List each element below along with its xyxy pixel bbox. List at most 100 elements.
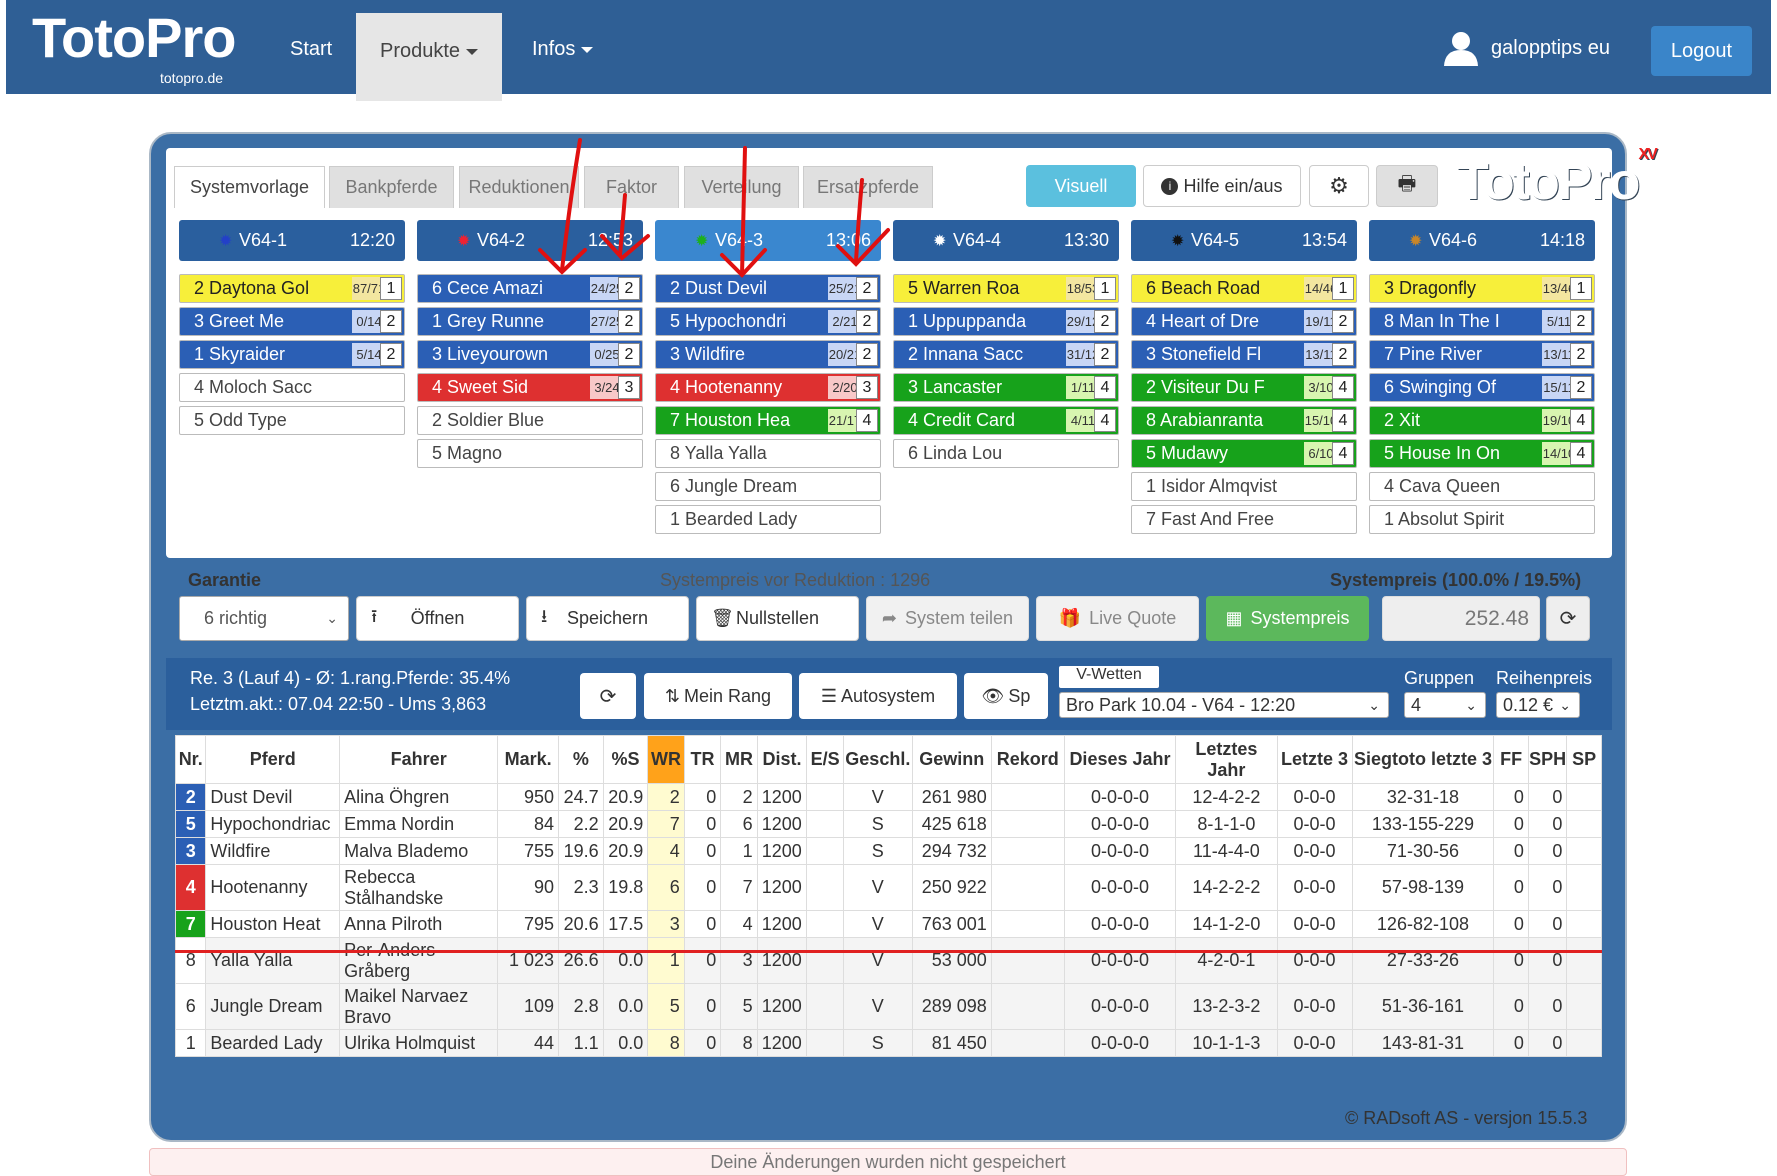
- autosystem-button[interactable]: ☰ Autosystem: [799, 673, 957, 719]
- horse-cell[interactable]: 3 Dragonfly 13/46 1: [1369, 274, 1595, 303]
- race-header-1[interactable]: ✹ V64-1 12:20: [179, 220, 405, 261]
- column-header[interactable]: %: [558, 735, 604, 784]
- settings-button[interactable]: ⚙: [1309, 165, 1369, 207]
- horse-cell[interactable]: 2 Innana Sacc 31/12 2: [893, 340, 1119, 369]
- table-row[interactable]: 4 Hootenanny Rebecca Stålhandske 90 2.3 19.8 6…: [174, 864, 1602, 911]
- vwetten-select[interactable]: Bro Park 10.04 - V64 - 12:20 ⌄: [1059, 692, 1389, 718]
- horse-cell[interactable]: 8 Yalla Yalla: [655, 439, 881, 468]
- table-row[interactable]: 6 Jungle Dream Maikel Narvaez Bravo 109 2.8 0…: [174, 983, 1602, 1030]
- oeffnen-button[interactable]: ⭱ Öffnen: [356, 596, 519, 641]
- tab-verteilung[interactable]: Verteilung: [684, 166, 799, 208]
- horse-cell[interactable]: 1 Skyraider 5/14 2: [179, 340, 405, 369]
- horse-cell[interactable]: 4 Credit Card 4/11 4: [893, 406, 1119, 435]
- column-header[interactable]: Dieses Jahr: [1063, 735, 1177, 784]
- horse-cell[interactable]: 1 Isidor Almqvist: [1131, 472, 1357, 501]
- column-header[interactable]: Gewinn: [911, 735, 992, 784]
- horse-cell[interactable]: 5 Hypochondri 2/21 2: [655, 307, 881, 336]
- column-header[interactable]: SPH: [1527, 735, 1568, 784]
- race-header-6[interactable]: ✹ V64-6 14:18: [1369, 220, 1595, 261]
- column-header[interactable]: FF: [1493, 735, 1529, 784]
- horse-cell[interactable]: 3 Greet Me 0/14 2: [179, 307, 405, 336]
- table-row[interactable]: 1 Bearded Lady Ulrika Holmquist 44 1.1 0.0 8 0 8…: [174, 1029, 1602, 1057]
- race-header-3[interactable]: ✹ V64-3 13:06: [655, 220, 881, 261]
- column-header[interactable]: %S: [602, 735, 649, 784]
- garantie-select[interactable]: 6 richtig ⌄: [179, 596, 349, 641]
- horse-cell[interactable]: 5 Odd Type: [179, 406, 405, 435]
- horse-cell[interactable]: 6 Linda Lou: [893, 439, 1119, 468]
- reihenpreis-select[interactable]: 0.12 € ⌄: [1496, 692, 1580, 718]
- horse-cell[interactable]: 1 Uppuppanda 29/12 2: [893, 307, 1119, 336]
- horse-cell[interactable]: 1 Absolut Spirit: [1369, 505, 1595, 534]
- tab-bankpferde[interactable]: Bankpferde: [329, 166, 454, 208]
- speichern-button[interactable]: ⭳ Speichern: [526, 596, 689, 641]
- column-header[interactable]: E/S: [806, 735, 844, 784]
- horse-cell[interactable]: 6 Swinging Of 15/11 2: [1369, 373, 1595, 402]
- horse-cell[interactable]: 4 Hootenanny 2/20 3: [655, 373, 881, 402]
- nav-infos[interactable]: Infos: [532, 38, 594, 61]
- refresh-button[interactable]: ⟳: [580, 673, 636, 719]
- table-row[interactable]: 5 Hypochondriac Emma Nordin 84 2.2 20.9 7 0 6 120…: [174, 810, 1602, 838]
- column-header[interactable]: Geschl.: [842, 735, 913, 784]
- refresh-price-button[interactable]: ⟳: [1546, 596, 1590, 641]
- nav-start[interactable]: Start: [290, 38, 332, 61]
- horse-cell[interactable]: 1 Grey Runne 27/25 2: [417, 307, 643, 336]
- horse-cell[interactable]: 7 Fast And Free: [1131, 505, 1357, 534]
- column-header[interactable]: MR: [720, 735, 758, 784]
- horse-cell[interactable]: 6 Jungle Dream: [655, 472, 881, 501]
- column-header[interactable]: SP: [1566, 735, 1602, 784]
- print-button[interactable]: 🖶: [1376, 165, 1438, 207]
- horse-cell[interactable]: 2 Xit 19/10 4: [1369, 406, 1595, 435]
- system-teilen-button[interactable]: ➦ System teilen: [866, 596, 1029, 641]
- column-header[interactable]: Pferd: [205, 735, 341, 784]
- tab-faktor[interactable]: Faktor: [584, 166, 679, 208]
- horse-cell[interactable]: 4 Sweet Sid 3/24 3: [417, 373, 643, 402]
- table-row[interactable]: 7 Houston Heat Anna Pilroth 795 20.6 17.5 3 0 4 1…: [174, 910, 1602, 938]
- horse-cell[interactable]: 3 Liveyourown 0/25 2: [417, 340, 643, 369]
- column-header[interactable]: Mark.: [497, 735, 560, 784]
- sp-button[interactable]: 👁 Sp: [964, 673, 1048, 719]
- table-row[interactable]: 3 Wildfire Malva Blademo 755 19.6 20.9 4 0 1 1200…: [174, 837, 1602, 865]
- column-header[interactable]: Fahrer: [339, 735, 499, 784]
- horse-cell[interactable]: 8 Man In The I 5/11 2: [1369, 307, 1595, 336]
- horse-cell[interactable]: 8 Arabianranta 15/10 4: [1131, 406, 1357, 435]
- gruppen-select[interactable]: 4 ⌄: [1404, 692, 1486, 718]
- race-header-5[interactable]: ✹ V64-5 13:54: [1131, 220, 1357, 261]
- horse-cell[interactable]: 4 Moloch Sacc: [179, 373, 405, 402]
- horse-cell[interactable]: 2 Daytona Gol 87/71 1: [179, 274, 405, 303]
- live-quote-button[interactable]: 🎁 Live Quote: [1036, 596, 1199, 641]
- column-header[interactable]: Nr.: [174, 735, 207, 784]
- column-header[interactable]: Siegtoto letzte 3: [1351, 735, 1495, 784]
- horse-cell[interactable]: 5 House In On 14/10 4: [1369, 439, 1595, 468]
- nav-produkte[interactable]: Produkte: [356, 13, 503, 101]
- nullstellen-button[interactable]: 🗑 Nullstellen: [696, 596, 859, 641]
- race-header-2[interactable]: ✹ V64-2 12:53: [417, 220, 643, 261]
- horse-cell[interactable]: 7 Houston Hea 21/17 4: [655, 406, 881, 435]
- hilfe-button[interactable]: i Hilfe ein/aus: [1143, 165, 1301, 207]
- horse-cell[interactable]: 6 Beach Road 14/46 1: [1131, 274, 1357, 303]
- logout-button[interactable]: Logout: [1651, 26, 1752, 76]
- user-menu[interactable]: galopptips eu: [1441, 28, 1610, 68]
- race-header-4[interactable]: ✹ V64-4 13:30: [893, 220, 1119, 261]
- horse-cell[interactable]: 2 Dust Devil 25/21 2: [655, 274, 881, 303]
- horse-cell[interactable]: 3 Stonefield Fl 13/11 2: [1131, 340, 1357, 369]
- column-header[interactable]: TR: [683, 735, 722, 784]
- horse-cell[interactable]: 6 Cece Amazi 24/25 2: [417, 274, 643, 303]
- horse-cell[interactable]: 4 Cava Queen: [1369, 472, 1595, 501]
- tab-reduktionen[interactable]: Reduktionen: [459, 166, 579, 208]
- table-row[interactable]: 8Yalla YallaPer-Anders Gråberg1 02326.60…: [174, 937, 1602, 984]
- systempreis-button[interactable]: ▦ Systempreis: [1206, 596, 1369, 641]
- horse-cell[interactable]: 7 Pine River 13/11 2: [1369, 340, 1595, 369]
- column-header[interactable]: Letzte 3: [1276, 735, 1353, 784]
- column-header[interactable]: Rekord: [990, 735, 1065, 784]
- column-header[interactable]: Dist.: [756, 735, 808, 784]
- visuell-button[interactable]: Visuell: [1026, 165, 1136, 207]
- table-row[interactable]: 2 Dust Devil Alina Öhgren 950 24.7 20.9 2 0 2 120…: [174, 783, 1602, 811]
- horse-cell[interactable]: 2 Soldier Blue: [417, 406, 643, 435]
- tab-ersatzpferde[interactable]: Ersatzpferde: [803, 166, 933, 208]
- mein-rang-button[interactable]: ⇅ Mein Rang: [644, 673, 792, 719]
- horse-cell[interactable]: 3 Wildfire 20/21 2: [655, 340, 881, 369]
- horse-cell[interactable]: 1 Bearded Lady: [655, 505, 881, 534]
- horse-cell[interactable]: 5 Magno: [417, 439, 643, 468]
- column-header[interactable]: WR: [647, 735, 685, 784]
- horse-cell[interactable]: 5 Mudawy 6/10 4: [1131, 439, 1357, 468]
